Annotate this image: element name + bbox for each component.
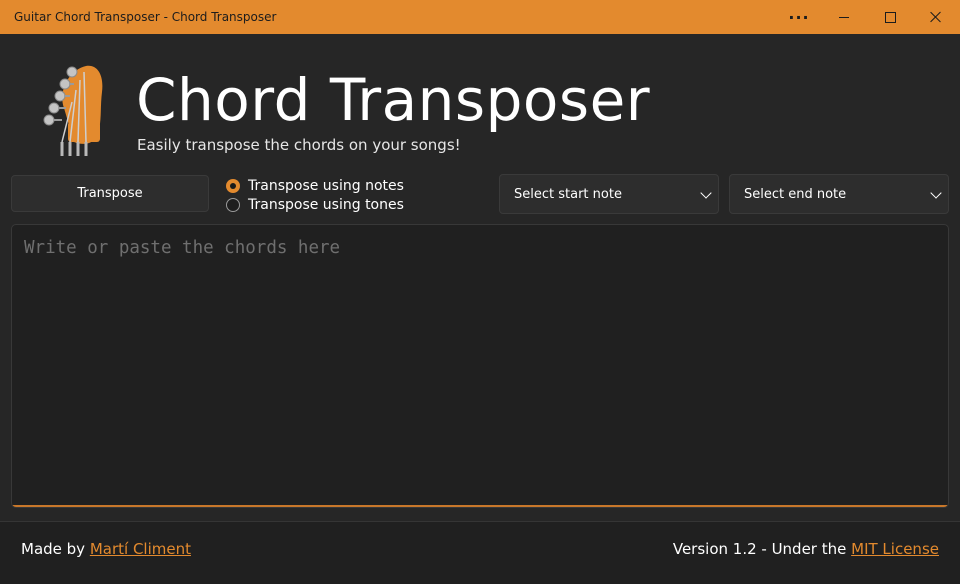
chords-editor[interactable] xyxy=(11,224,949,508)
chords-input[interactable] xyxy=(22,237,926,259)
minimize-button[interactable] xyxy=(821,0,867,34)
radio-transpose-notes[interactable]: Transpose using notes xyxy=(226,177,404,195)
start-note-select-label: Select start note xyxy=(514,186,622,202)
radio-selected-icon[interactable] xyxy=(226,179,240,193)
footer-version: Version 1.2 - Under the MIT License xyxy=(673,540,939,558)
window-title: Guitar Chord Transposer - Chord Transpos… xyxy=(14,10,277,24)
app-subtitle: Easily transpose the chords on your song… xyxy=(137,136,461,154)
close-icon xyxy=(930,11,942,23)
minimize-icon xyxy=(839,16,849,18)
guitar-headstock-icon xyxy=(43,65,103,156)
close-button[interactable] xyxy=(913,0,959,34)
radio-label-notes: Transpose using notes xyxy=(248,178,404,194)
transpose-button[interactable]: Transpose xyxy=(11,175,209,212)
maximize-icon xyxy=(884,11,896,23)
radio-label-tones: Transpose using tones xyxy=(248,197,404,213)
radio-transpose-tones[interactable]: Transpose using tones xyxy=(226,196,404,214)
app-title: Chord Transposer xyxy=(136,66,651,134)
footer: Made by Martí Climent Version 1.2 - Unde… xyxy=(0,521,960,584)
radio-unselected-icon[interactable] xyxy=(226,198,240,212)
end-note-select[interactable]: Select end note xyxy=(729,174,949,214)
ellipsis-icon[interactable]: ··· xyxy=(776,0,822,34)
footer-credits: Made by Martí Climent xyxy=(21,540,191,558)
version-text: Version 1.2 - Under the xyxy=(672,540,852,558)
license-link[interactable]: MIT License xyxy=(851,540,939,558)
made-by-text: Made by xyxy=(21,540,90,558)
title-bar[interactable]: Guitar Chord Transposer - Chord Transpos… xyxy=(0,0,960,34)
end-note-select-label: Select end note xyxy=(744,186,847,202)
start-note-select[interactable]: Select start note xyxy=(499,174,719,214)
chevron-down-icon xyxy=(930,187,942,199)
chevron-down-icon xyxy=(700,187,712,199)
author-link[interactable]: Martí Climent xyxy=(90,540,191,558)
maximize-button[interactable] xyxy=(867,0,913,34)
